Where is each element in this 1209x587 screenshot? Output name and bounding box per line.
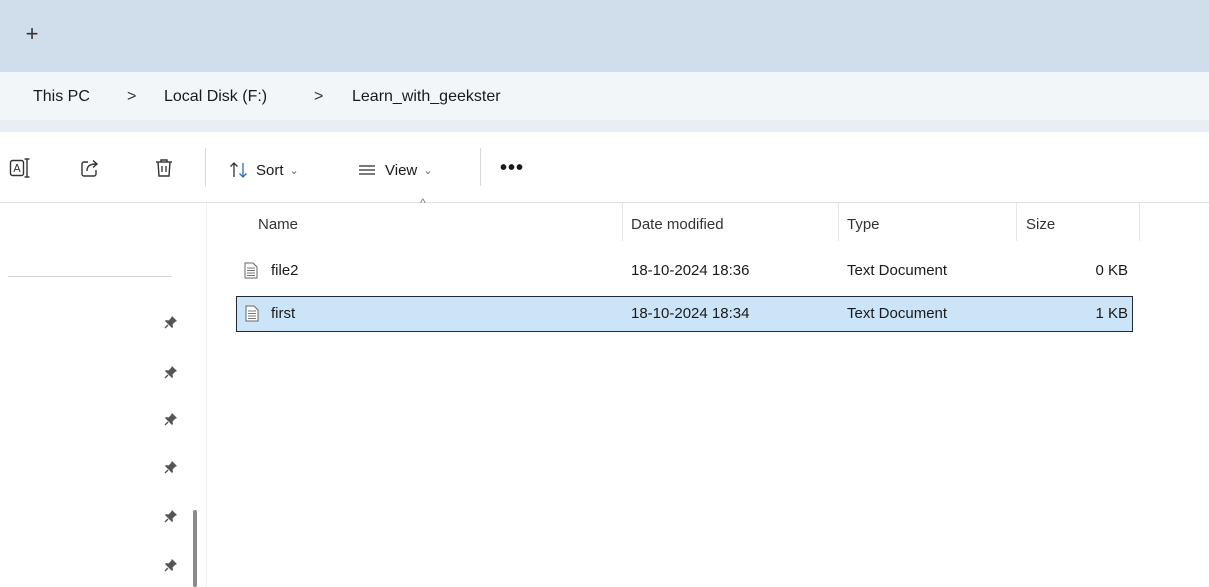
delete-icon[interactable] [153, 157, 175, 179]
text-file-icon [245, 305, 259, 322]
column-separator[interactable] [1139, 203, 1140, 241]
pane-splitter[interactable] [206, 203, 207, 587]
address-bar-underlay [0, 120, 1209, 132]
view-label: View [385, 161, 418, 179]
breadcrumb-local-disk[interactable]: Local Disk (F:) [164, 88, 267, 106]
file-type: Text Document [847, 262, 948, 279]
column-separator[interactable] [838, 203, 839, 241]
pin-icon[interactable] [163, 364, 179, 380]
breadcrumb-separator[interactable]: > [127, 88, 136, 106]
column-separator[interactable] [1016, 203, 1017, 241]
toolbar-separator [480, 148, 481, 186]
pin-icon[interactable] [163, 411, 179, 427]
view-list-icon [359, 165, 375, 175]
file-name: file2 [271, 262, 299, 279]
file-size: 1 KB [1095, 305, 1128, 322]
pin-icon[interactable] [163, 557, 179, 573]
chevron-down-icon: ⌄ [289, 164, 299, 177]
view-button[interactable]: View ⌄ [357, 158, 432, 182]
new-tab-button[interactable]: + [18, 20, 46, 48]
breadcrumb-separator[interactable]: > [314, 88, 323, 106]
sort-button[interactable]: Sort ⌄ [228, 158, 299, 182]
column-header-size[interactable]: Size [1026, 216, 1055, 233]
pin-icon[interactable] [163, 459, 179, 475]
column-header-name[interactable]: Name [258, 216, 298, 233]
sort-ascending-indicator: ^ [420, 196, 426, 210]
navigation-divider [8, 276, 172, 277]
rename-icon[interactable]: A [9, 157, 31, 179]
tab-bar [0, 0, 1209, 72]
file-date-modified: 18-10-2024 18:34 [631, 305, 750, 322]
file-date-modified: 18-10-2024 18:36 [631, 262, 750, 279]
column-separator[interactable] [622, 203, 623, 241]
navigation-pane [0, 203, 206, 587]
share-icon[interactable] [79, 157, 101, 179]
breadcrumb-this-pc[interactable]: This PC [33, 88, 90, 106]
text-file-icon [244, 262, 258, 279]
file-name: first [271, 305, 296, 322]
file-type: Text Document [847, 305, 948, 322]
navigation-scrollbar[interactable] [193, 510, 197, 587]
file-row[interactable]: file2 18-10-2024 18:36 Text Document 0 K… [236, 253, 1133, 289]
column-header-type[interactable]: Type [847, 216, 880, 233]
svg-text:A: A [13, 162, 21, 175]
pin-icon[interactable] [163, 508, 179, 524]
file-size: 0 KB [1095, 262, 1128, 279]
sort-icon [230, 162, 247, 178]
toolbar-separator [205, 148, 206, 186]
column-header-date-modified[interactable]: Date modified [631, 216, 724, 233]
file-row-selected[interactable]: first 18-10-2024 18:34 Text Document 1 K… [236, 296, 1133, 332]
more-options-button[interactable]: ••• [500, 158, 524, 178]
pin-icon[interactable] [163, 314, 179, 330]
chevron-down-icon: ⌄ [423, 164, 433, 177]
breadcrumb-learn-with-geekster[interactable]: Learn_with_geekster [352, 88, 501, 106]
sort-label: Sort [256, 161, 284, 179]
